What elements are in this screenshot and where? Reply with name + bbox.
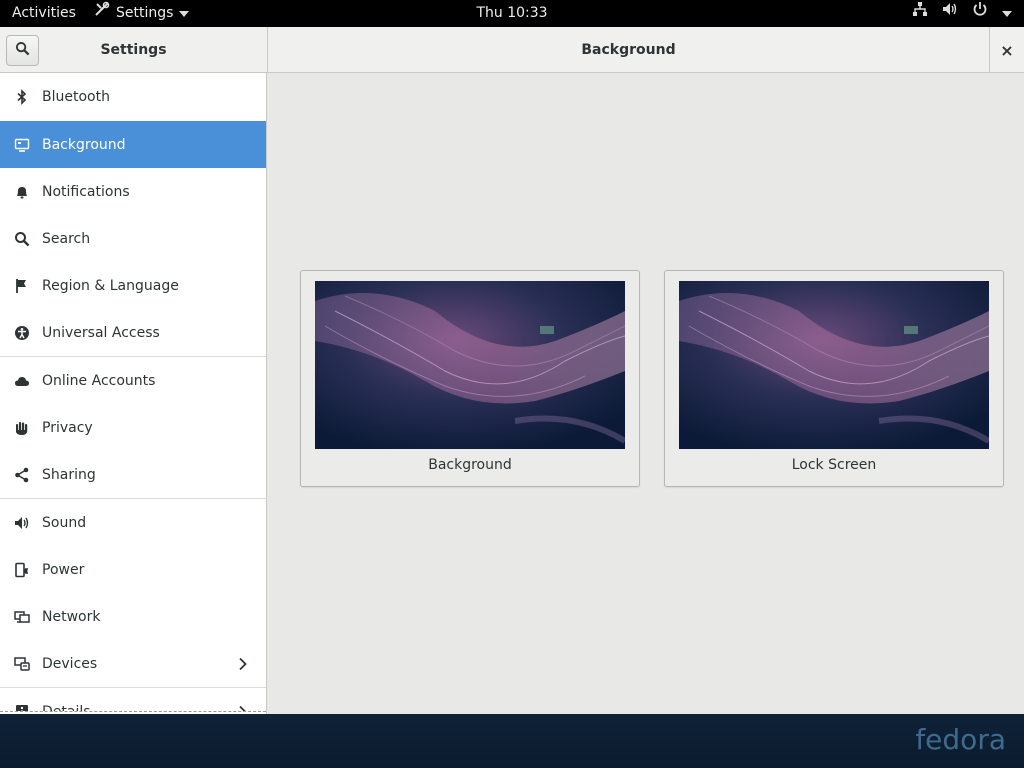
- background-icon: [14, 137, 30, 153]
- network-wired-icon: [912, 0, 928, 27]
- sidebar-item-region-language[interactable]: Region & Language: [0, 262, 266, 309]
- chevron-right-icon: [238, 657, 248, 675]
- sidebar-item-label: Notifications: [42, 183, 130, 200]
- power-icon: [972, 0, 988, 27]
- close-button[interactable]: ×: [990, 27, 1024, 73]
- app-menu-button[interactable]: Settings: [94, 0, 190, 27]
- power-plug-icon: [14, 562, 30, 578]
- background-thumbnail: [315, 281, 625, 449]
- top-bar: Activities Settings Thu 10:33: [0, 0, 1024, 27]
- card-caption: Background: [428, 457, 512, 473]
- hand-icon: [14, 420, 30, 436]
- speaker-icon: [14, 515, 30, 531]
- sidebar-item-notifications[interactable]: Notifications: [0, 168, 266, 215]
- accessibility-icon: [14, 325, 30, 341]
- sidebar-item-label: Bluetooth: [42, 88, 110, 105]
- card-caption: Lock Screen: [791, 457, 877, 473]
- volume-icon: [942, 0, 958, 27]
- sidebar-item-label: Power: [42, 561, 85, 578]
- settings-window: Settings Background × Bluetooth Backgrou…: [0, 27, 1024, 714]
- close-icon: ×: [1000, 40, 1014, 60]
- search-icon: [15, 41, 30, 60]
- desktop-background: fedora: [0, 714, 1024, 768]
- background-panel: Background Lock Screen: [268, 74, 1024, 714]
- activities-button[interactable]: Activities: [12, 0, 76, 27]
- chevron-down-icon: [179, 10, 190, 17]
- sidebar-item-label: Universal Access: [42, 324, 160, 341]
- sidebar-item-network[interactable]: Network: [0, 593, 266, 640]
- cloud-icon: [14, 373, 30, 389]
- sidebar-item-privacy[interactable]: Privacy: [0, 404, 266, 451]
- sidebar-item-label: Sound: [42, 514, 87, 531]
- sidebar-item-label: Background: [42, 136, 126, 153]
- sidebar[interactable]: Bluetooth Background Notifications Searc…: [0, 73, 267, 714]
- sidebar-title: Settings: [100, 42, 167, 58]
- flag-icon: [14, 278, 30, 294]
- network-icon: [14, 609, 30, 625]
- clock-label[interactable]: Thu 10:33: [476, 0, 547, 27]
- sidebar-item-universal-access[interactable]: Universal Access: [0, 309, 266, 356]
- sidebar-item-label: Online Accounts: [42, 372, 156, 389]
- lock-screen-card[interactable]: Lock Screen: [664, 270, 1004, 487]
- search-icon: [14, 231, 30, 247]
- lock-screen-thumbnail: [679, 281, 989, 449]
- sidebar-item-sound[interactable]: Sound: [0, 499, 266, 546]
- sidebar-item-label: Devices: [42, 655, 98, 672]
- activities-label: Activities: [12, 5, 76, 21]
- fedora-logo: fedora: [915, 723, 1006, 756]
- sidebar-item-label: Sharing: [42, 466, 96, 483]
- sidebar-item-bluetooth[interactable]: Bluetooth: [0, 73, 266, 120]
- header-bar: Settings Background ×: [0, 27, 1024, 73]
- bluetooth-icon: [14, 89, 30, 105]
- tools-icon: [94, 0, 110, 27]
- sidebar-item-power[interactable]: Power: [0, 546, 266, 593]
- share-icon: [14, 467, 30, 483]
- search-button[interactable]: [6, 35, 39, 66]
- sidebar-item-label: Privacy: [42, 419, 93, 436]
- system-tray[interactable]: [912, 0, 1012, 27]
- background-card[interactable]: Background: [300, 270, 640, 487]
- devices-icon: [14, 656, 30, 672]
- sidebar-item-background[interactable]: Background: [0, 121, 266, 168]
- sidebar-item-online-accounts[interactable]: Online Accounts: [0, 357, 266, 404]
- sidebar-item-devices[interactable]: Devices: [0, 640, 266, 687]
- sidebar-item-label: Network: [42, 608, 101, 625]
- sidebar-item-sharing[interactable]: Sharing: [0, 451, 266, 498]
- sidebar-item-search[interactable]: Search: [0, 215, 266, 262]
- sidebar-item-label: Search: [42, 230, 91, 247]
- app-menu-label: Settings: [116, 5, 174, 21]
- bell-icon: [14, 184, 30, 200]
- page-title: Background: [581, 42, 676, 58]
- sidebar-item-label: Region & Language: [42, 277, 179, 294]
- chevron-down-icon: [1002, 10, 1012, 17]
